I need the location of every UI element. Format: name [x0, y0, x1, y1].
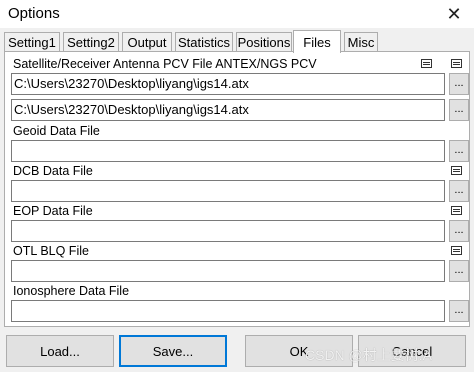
csdn-watermark: CSDN @村上要树.A [305, 347, 432, 363]
geoid-field[interactable] [11, 140, 445, 162]
view-file-icon[interactable] [451, 206, 462, 215]
tab-files[interactable]: Files [293, 30, 341, 53]
tab-output[interactable]: Output [122, 32, 172, 51]
antenna-pcv-label: Satellite/Receiver Antenna PCV File ANTE… [13, 57, 317, 71]
view-file-icon[interactable] [451, 246, 462, 255]
tab-misc[interactable]: Misc [344, 32, 378, 51]
ionosphere-label: Ionosphere Data File [13, 284, 130, 298]
save-button[interactable]: Save... [119, 335, 227, 367]
tab-statistics[interactable]: Statistics [175, 32, 233, 51]
eop-browse-button[interactable]: ... [449, 220, 469, 242]
otl-label: OTL BLQ File [13, 244, 89, 258]
geoid-browse-button[interactable]: ... [449, 140, 469, 162]
receiver-antenna-pcv-field[interactable]: C:\Users\23270\Desktop\liyang\igs14.atx [11, 99, 445, 121]
otl-field[interactable] [11, 260, 445, 282]
tab-setting1[interactable]: Setting1 [4, 32, 60, 51]
view-file-icon[interactable] [451, 59, 462, 68]
dcb-browse-button[interactable]: ... [449, 180, 469, 202]
geoid-label: Geoid Data File [13, 124, 100, 138]
tab-bar: Setting1 Setting2 Output Statistics Posi… [4, 30, 470, 53]
ionosphere-field[interactable] [11, 300, 445, 322]
eop-label: EOP Data File [13, 204, 93, 218]
dcb-field[interactable] [11, 180, 445, 202]
window-title: Options [8, 5, 60, 22]
load-button[interactable]: Load... [6, 335, 114, 367]
view-file-icon[interactable] [421, 59, 432, 68]
receiver-antenna-browse-button[interactable]: ... [449, 99, 469, 121]
tab-positions[interactable]: Positions [236, 32, 292, 51]
satellite-antenna-pcv-field[interactable]: C:\Users\23270\Desktop\liyang\igs14.atx [11, 73, 445, 95]
satellite-antenna-browse-button[interactable]: ... [449, 73, 469, 95]
view-file-icon[interactable] [451, 166, 462, 175]
title-bar: Options ✕ [0, 0, 474, 28]
close-icon[interactable]: ✕ [434, 0, 474, 28]
ionosphere-browse-button[interactable]: ... [449, 300, 469, 322]
files-panel: Satellite/Receiver Antenna PCV File ANTE… [4, 51, 470, 327]
tab-setting2[interactable]: Setting2 [63, 32, 119, 51]
eop-field[interactable] [11, 220, 445, 242]
dcb-label: DCB Data File [13, 164, 93, 178]
otl-browse-button[interactable]: ... [449, 260, 469, 282]
